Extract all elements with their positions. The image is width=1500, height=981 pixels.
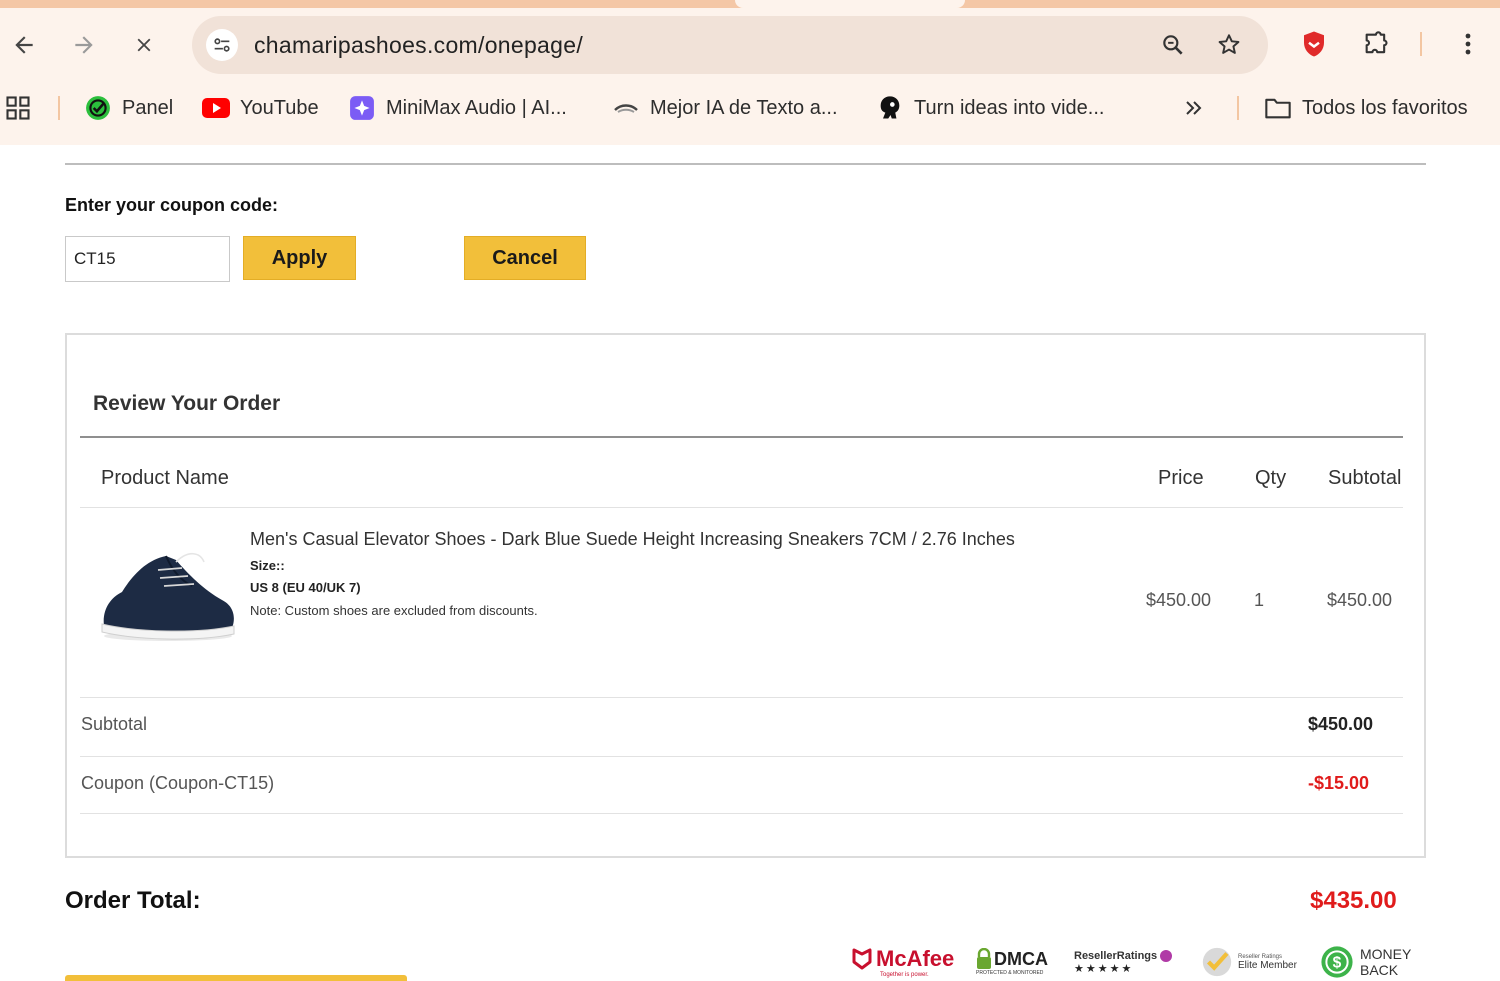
tab-strip: [0, 0, 1500, 8]
product-discount-note: Note: Custom shoes are excluded from dis…: [250, 603, 538, 618]
product-size-value: US 8 (EU 40/UK 7): [250, 580, 361, 595]
place-order-button[interactable]: [65, 975, 407, 981]
product-price: $450.00: [1146, 590, 1212, 610]
toolbar-divider: [1420, 32, 1422, 56]
coupon-discount-value: -$15.00: [1308, 773, 1370, 793]
cancel-coupon-button[interactable]: Cancel: [464, 236, 586, 280]
site-settings-icon[interactable]: [206, 29, 238, 61]
column-header-product: Product Name: [101, 467, 229, 489]
review-title-divider: [80, 436, 1403, 438]
money-back-seal-icon: $: [1321, 946, 1353, 978]
browser-chrome: chamaripashoes.com/onepage/ Panel YouTub…: [0, 0, 1500, 145]
panel-icon: [84, 94, 112, 122]
five-stars-icon: ★★★★★: [1074, 962, 1134, 975]
apply-coupon-button[interactable]: Apply: [243, 236, 356, 280]
mcafee-badge: McAfee Together is power.: [852, 942, 954, 981]
menu-kebab-icon[interactable]: [1450, 26, 1486, 62]
mcafee-shield-icon: [852, 948, 872, 970]
shield-extension-icon[interactable]: [1296, 26, 1332, 62]
zoom-icon[interactable]: [1158, 30, 1188, 60]
product-shoe-image: [101, 552, 235, 641]
bookmark-ideas-video[interactable]: Turn ideas into vide...: [876, 92, 1104, 124]
table-header-divider: [80, 507, 1403, 508]
forward-button[interactable]: [66, 27, 102, 63]
row-divider: [80, 813, 1403, 814]
bookmark-panel[interactable]: Panel: [84, 92, 173, 124]
column-header-qty: Qty: [1255, 467, 1287, 489]
forward-arrow-icon: [75, 36, 93, 54]
back-arrow-icon: [15, 36, 33, 54]
apps-grid-button[interactable]: [4, 92, 32, 124]
order-total-label: Order Total:: [65, 887, 201, 914]
bookmark-texto-ia[interactable]: Mejor IA de Texto a...: [612, 92, 838, 124]
product-name: Men's Casual Elevator Shoes - Dark Blue …: [250, 529, 1015, 549]
review-order-title: Review Your Order: [93, 392, 281, 415]
apps-grid-icon: [6, 96, 30, 120]
coupon-discount-label: Coupon (Coupon-CT15): [81, 773, 275, 793]
elite-member-badge: Reseller Ratings Elite Member: [1200, 942, 1297, 981]
bookmarks-bar: Panel YouTube MiniMax Audio | AI... Mejo…: [0, 86, 1500, 130]
minimax-icon: [348, 94, 376, 122]
order-total-value: $435.00: [1310, 887, 1397, 914]
texto-ia-icon: [612, 94, 640, 122]
bookmark-star-icon[interactable]: [1214, 30, 1244, 60]
section-divider: [65, 163, 1426, 165]
row-divider: [80, 697, 1403, 698]
close-icon: [137, 38, 151, 52]
product-subtotal: $450.00: [1327, 590, 1393, 610]
svg-text:$: $: [1333, 955, 1342, 972]
padlock-icon: [977, 948, 991, 969]
youtube-icon: [202, 94, 230, 122]
check-seal-icon: [1202, 947, 1232, 977]
coupon-label: Enter your coupon code:: [65, 195, 279, 215]
column-header-subtotal: Subtotal: [1328, 467, 1402, 489]
folder-icon: [1264, 94, 1292, 122]
product-qty: 1: [1254, 590, 1265, 610]
product-size-label: Size::: [250, 558, 285, 573]
verified-check-icon: [1160, 949, 1173, 962]
bookmark-minimax[interactable]: MiniMax Audio | AI...: [348, 92, 567, 124]
double-chevron-right-icon: [1186, 101, 1202, 115]
subtotal-label: Subtotal: [81, 714, 148, 734]
reseller-ratings-badge: ResellerRatings ★★★★★: [1074, 942, 1173, 981]
money-back-badge: $ MONEY BACK: [1320, 942, 1411, 981]
coupon-input[interactable]: [65, 236, 230, 282]
url-text: chamaripashoes.com/onepage/: [254, 32, 584, 58]
back-button[interactable]: [6, 27, 42, 63]
dmca-badge: DMCA PROTECTED & MONITORED: [976, 948, 1048, 976]
column-header-price: Price: [1158, 467, 1204, 489]
row-divider: [80, 756, 1403, 757]
more-bookmarks-button[interactable]: [1182, 92, 1206, 124]
bookmark-youtube[interactable]: YouTube: [202, 92, 319, 124]
subtotal-value: $450.00: [1308, 714, 1374, 734]
stop-loading-button[interactable]: [126, 27, 162, 63]
all-bookmarks-folder[interactable]: Todos los favoritos: [1264, 92, 1468, 124]
ideas-video-icon: [876, 94, 904, 122]
address-bar[interactable]: chamaripashoes.com/onepage/: [192, 16, 1268, 74]
extensions-puzzle-icon[interactable]: [1358, 26, 1394, 62]
